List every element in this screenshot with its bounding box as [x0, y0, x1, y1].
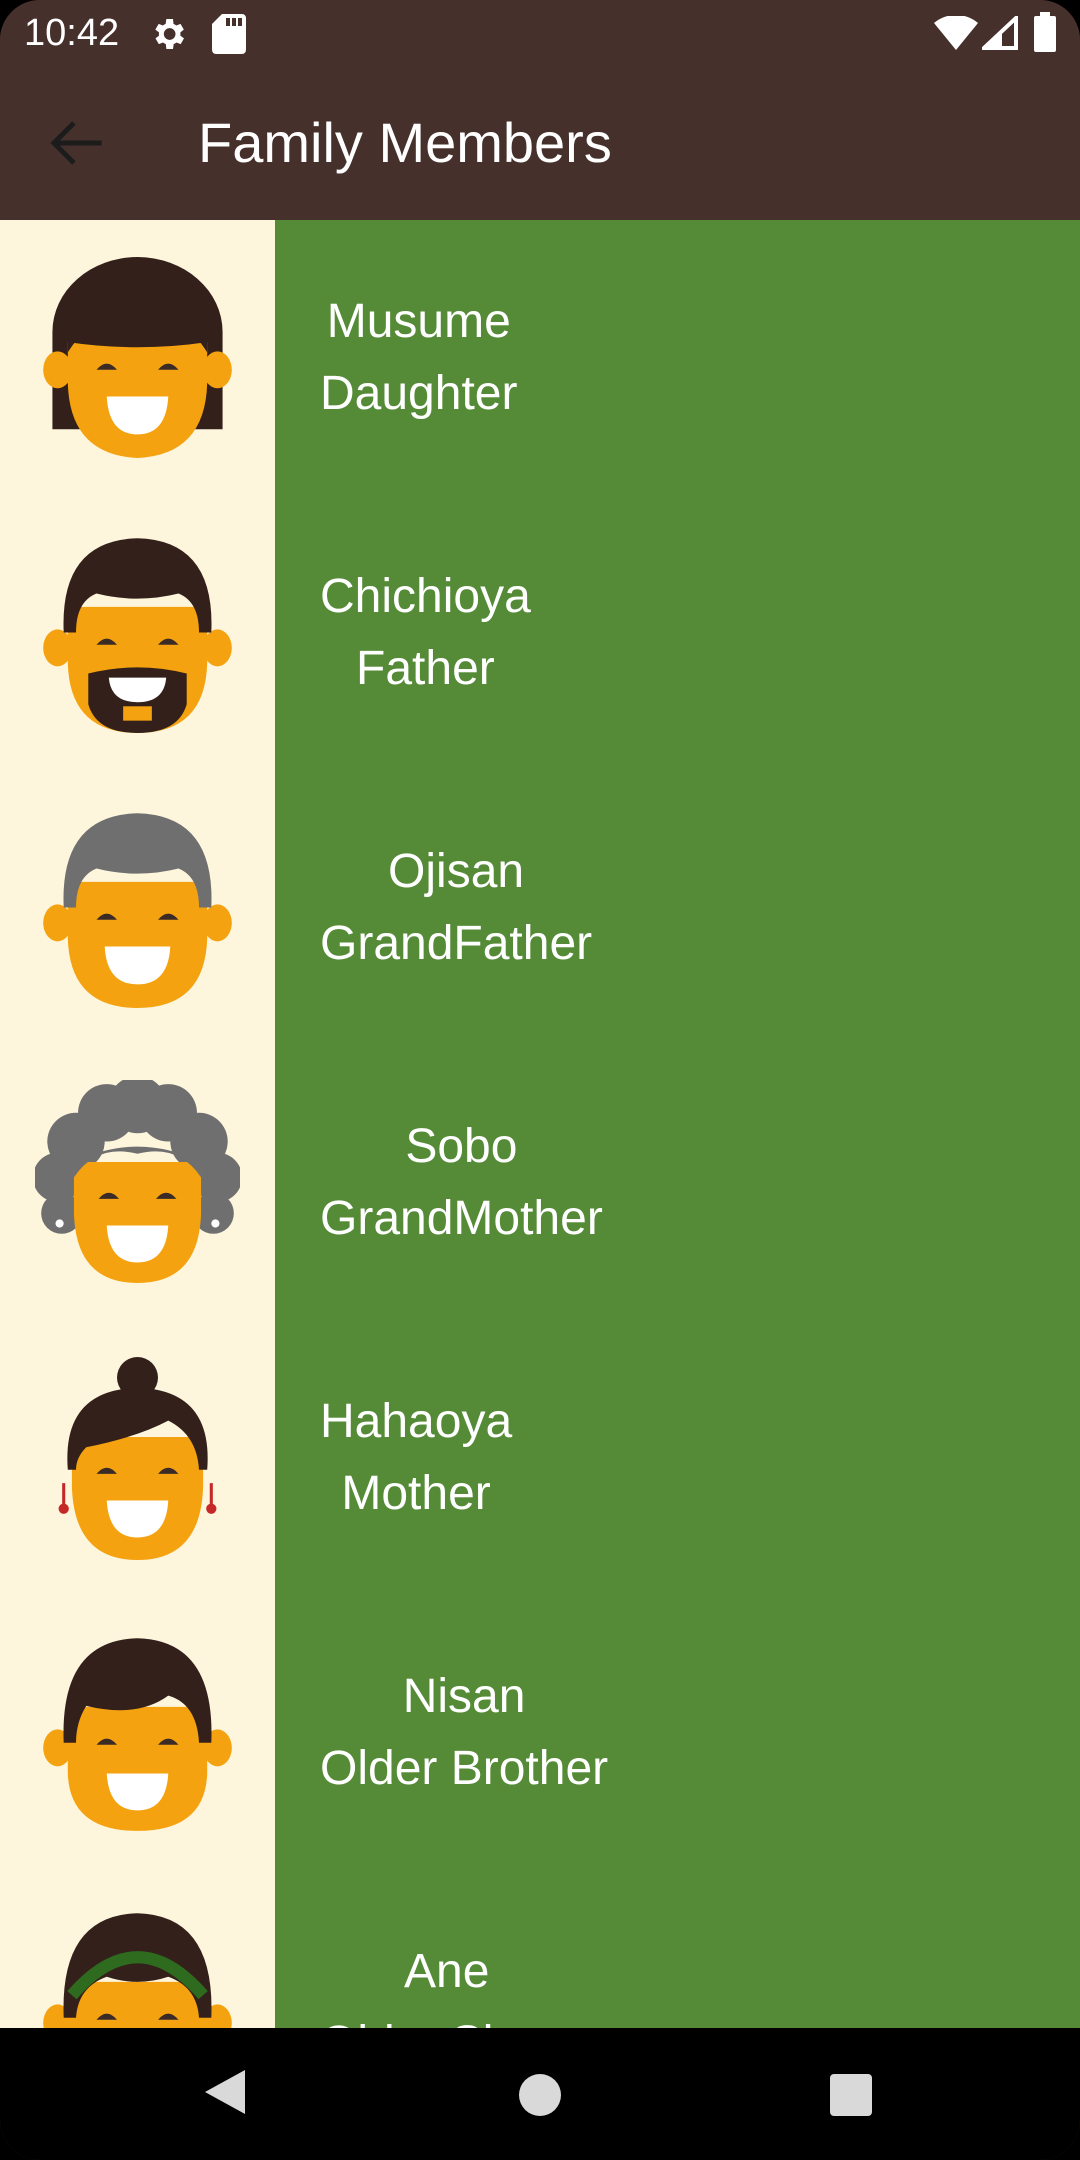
- member-japanese-name: Sobo: [405, 1120, 518, 1173]
- status-bar: 10:42: [0, 0, 1080, 66]
- avatar: [0, 770, 275, 1045]
- list-item-grandmother[interactable]: Sobo GrandMother: [0, 1045, 1080, 1320]
- member-english-name: Mother: [341, 1467, 491, 1520]
- avatar: [0, 220, 275, 495]
- list-item-mother[interactable]: Hahaoya Mother: [0, 1320, 1080, 1595]
- system-nav-bar: [0, 2028, 1080, 2160]
- member-info: Musume Daughter: [275, 220, 1080, 495]
- nav-recents-icon[interactable]: [830, 2074, 872, 2116]
- member-english-name: Older Brother: [320, 1742, 609, 1795]
- settings-icon: [148, 14, 188, 54]
- list-item-grandfather[interactable]: Ojisan GrandFather: [0, 770, 1080, 1045]
- status-time: 10:42: [24, 12, 120, 54]
- list-item-daughter[interactable]: Musume Daughter: [0, 220, 1080, 495]
- member-japanese-name: Ojisan: [388, 845, 525, 898]
- member-japanese-name: Nisan: [402, 1670, 526, 1723]
- grandmother-avatar-icon: [35, 1080, 240, 1283]
- avatar: [0, 1045, 275, 1320]
- battery-icon: [1034, 12, 1056, 52]
- father-avatar-icon: [43, 538, 232, 733]
- arrow-back-icon: [50, 121, 102, 165]
- family-members-list: Musume Daughter Chichioya Father Ojisan …: [0, 220, 1080, 2028]
- nav-home-icon[interactable]: [519, 2074, 561, 2116]
- member-english-name: Daughter: [320, 367, 518, 420]
- app-bar: Family Members: [0, 66, 1080, 220]
- phone-screen: 10:42 Family Members Musume Daughter Chi…: [0, 0, 1080, 2160]
- older-sister-avatar-icon: [43, 1913, 232, 2028]
- member-info: Hahaoya Mother: [275, 1320, 1080, 1595]
- avatar: [0, 1320, 275, 1595]
- cell-signal-icon: [982, 16, 1018, 50]
- nav-back-icon[interactable]: [205, 2070, 245, 2114]
- back-button[interactable]: [40, 106, 114, 180]
- list-item-older-brother[interactable]: Nisan Older Brother: [0, 1595, 1080, 1870]
- member-japanese-name: Musume: [326, 295, 511, 348]
- daughter-avatar-icon: [43, 257, 232, 458]
- member-info: Ane Older Sister: [275, 1870, 1080, 2028]
- mother-avatar-icon: [58, 1357, 217, 1560]
- avatar: [0, 1595, 275, 1870]
- member-english-name: GrandMother: [320, 1192, 603, 1245]
- wifi-icon: [934, 16, 978, 50]
- grandfather-avatar-icon: [43, 813, 232, 1008]
- sd-card-icon: [212, 14, 246, 54]
- member-english-name: Older Sister: [320, 2008, 573, 2028]
- member-japanese-name: Chichioya: [320, 570, 531, 623]
- member-info: Nisan Older Brother: [275, 1595, 1080, 1870]
- member-english-name: GrandFather: [320, 917, 593, 970]
- avatar: [0, 1870, 275, 2028]
- member-japanese-name: Ane: [404, 1945, 490, 1998]
- member-info: Ojisan GrandFather: [275, 770, 1080, 1045]
- list-item-father[interactable]: Chichioya Father: [0, 495, 1080, 770]
- list-item-older-sister[interactable]: Ane Older Sister: [0, 1870, 1080, 2028]
- older-brother-avatar-icon: [43, 1638, 232, 1831]
- avatar: [0, 495, 275, 770]
- member-japanese-name: Hahaoya: [320, 1395, 513, 1448]
- member-info: Sobo GrandMother: [275, 1045, 1080, 1320]
- page-title: Family Members: [198, 111, 612, 174]
- member-english-name: Father: [356, 642, 495, 695]
- member-info: Chichioya Father: [275, 495, 1080, 770]
